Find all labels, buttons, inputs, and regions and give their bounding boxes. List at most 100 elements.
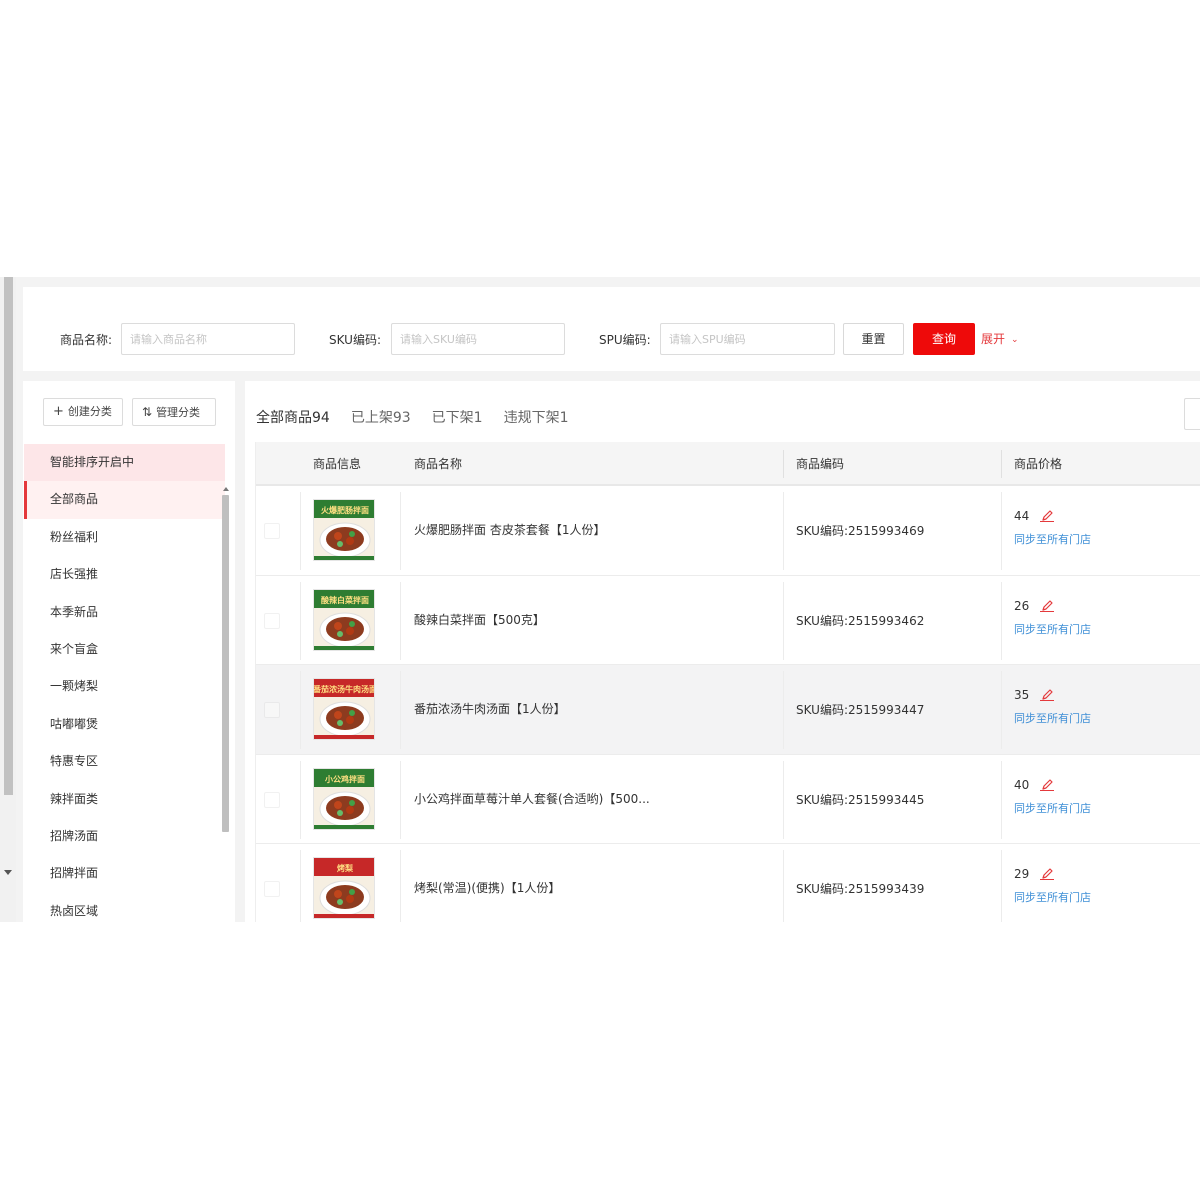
header-divider — [783, 450, 784, 478]
row-checkbox[interactable] — [264, 612, 280, 629]
category-scrollbar-thumb[interactable] — [222, 495, 229, 832]
category-item[interactable]: 招牌拌面 — [24, 855, 225, 892]
column-divider — [1001, 492, 1002, 570]
status-tab[interactable]: 已下架1 — [432, 408, 483, 428]
sync-all-stores-link[interactable]: 同步至所有门店 — [1014, 532, 1091, 548]
sku-code: SKU编码:2515993447 — [796, 703, 925, 718]
header-divider — [1001, 450, 1002, 478]
column-divider — [783, 760, 784, 839]
table-row[interactable]: 火爆肥肠拌面 火爆肥肠拌面 杏皮茶套餐【1人份】 SKU编码:2515993469 4… — [256, 486, 1200, 576]
status-tab[interactable]: 违规下架1 — [504, 408, 569, 428]
table-row[interactable]: 酸辣白菜拌面 酸辣白菜拌面【500克】 SKU编码:2515993462 26 同步至所… — [256, 575, 1200, 666]
product-thumbnail[interactable]: 火爆肥肠拌面 — [313, 499, 375, 561]
manage-category-label: 管理分类 — [156, 406, 201, 419]
category-item[interactable]: 特惠专区 — [24, 743, 225, 780]
status-tab[interactable]: 已上架93 — [351, 408, 411, 428]
category-item[interactable]: 辣拌面类 — [24, 781, 225, 818]
row-checkbox[interactable] — [264, 523, 280, 539]
column-divider — [300, 671, 301, 750]
table-row[interactable]: 烤梨 烤梨(常温)(便携)【1人份】 SKU编码:2515993439 29 同步至所有… — [256, 844, 1200, 922]
product-thumbnail[interactable]: 酸辣白菜拌面 — [313, 588, 375, 651]
product-name[interactable]: 小公鸡拌面草莓汁单人套餐(合适哟)【500... — [414, 791, 650, 807]
header-product-code: 商品编码 — [796, 457, 845, 471]
column-divider — [1001, 671, 1002, 750]
category-item[interactable]: 咕嘟嘟煲 — [24, 706, 225, 743]
row-checkbox[interactable] — [264, 702, 280, 719]
chevron-down-icon: ⌄ — [1011, 335, 1019, 345]
column-divider — [300, 850, 301, 922]
status-tab[interactable]: 全部商品94 — [256, 408, 330, 428]
category-item[interactable]: 一颗烤梨 — [24, 668, 225, 705]
sync-all-stores-link[interactable]: 同步至所有门店 — [1014, 622, 1091, 638]
sync-all-stores-link[interactable]: 同步至所有门店 — [1014, 711, 1091, 727]
table-body: 火爆肥肠拌面 火爆肥肠拌面 杏皮茶套餐【1人份】 SKU编码:2515993469 4… — [256, 486, 1200, 922]
sku-code-input[interactable] — [392, 324, 564, 354]
plus-icon: + — [53, 404, 64, 419]
manage-category-button[interactable]: ⇅ 管理分类 — [132, 398, 216, 426]
create-category-button[interactable]: + 创建分类 — [43, 398, 123, 426]
spu-code-label: SPU编码: — [599, 333, 651, 347]
category-scrollbar[interactable] — [220, 481, 232, 921]
column-divider — [400, 492, 401, 570]
table-row[interactable]: 小公鸡拌面小公鸡拌面草莓汁单人套餐(合适哟)【500... SKU编码:25159… — [256, 754, 1200, 845]
header-product-price: 商品价格 — [1014, 457, 1063, 471]
column-divider — [783, 850, 784, 922]
status-tabs: 全部商品94 已上架93 已下架1 违规下架1 — [256, 407, 590, 427]
spu-code-input[interactable] — [661, 324, 834, 354]
expand-filters-button[interactable]: 展开 ⌄ — [981, 331, 1019, 349]
column-divider — [300, 760, 301, 839]
category-item[interactable]: 招牌汤面 — [24, 818, 225, 855]
product-thumbnail[interactable]: 烤梨 — [313, 857, 375, 920]
product-name[interactable]: 番茄浓汤牛肉汤面【1人份】 — [414, 701, 566, 717]
product-name-input[interactable] — [122, 324, 294, 354]
toolbar-button[interactable] — [1184, 398, 1200, 430]
column-divider — [300, 492, 301, 570]
edit-price-icon[interactable] — [1040, 866, 1054, 881]
row-checkbox[interactable] — [264, 791, 280, 808]
edit-price-icon[interactable] — [1040, 598, 1054, 612]
product-thumbnail[interactable]: 小公鸡拌面 — [313, 767, 375, 830]
category-list: 智能排序开启中 全部商品 粉丝福利 店长强推 本季新品 来个盲盒 一颗烤梨 咕嘟嘟煲 特惠专区辣… — [24, 444, 225, 922]
column-divider — [300, 581, 301, 660]
product-image: 小公鸡拌面 — [314, 768, 374, 829]
reset-button[interactable]: 重置 — [843, 323, 904, 355]
table-header: 商品信息 商品名称 商品编码 商品价格 — [256, 442, 1200, 486]
product-name-field[interactable] — [121, 323, 295, 355]
product-management-page: 商品名称: SKU编码: SPU编码: 重置 查询 展开 ⌄ +创建分类 ⇅管理分… — [0, 277, 1200, 922]
product-thumbnail[interactable]: 番茄浓汤牛肉汤面 — [313, 678, 375, 741]
product-name[interactable]: 酸辣白菜拌面【500克】 — [414, 612, 545, 628]
query-button[interactable]: 查询 — [913, 323, 975, 355]
product-name[interactable]: 火爆肥肠拌面 杏皮茶套餐【1人份】 — [414, 522, 605, 538]
thumbnail-title: 烤梨 — [337, 863, 354, 873]
edit-price-icon[interactable] — [1040, 777, 1054, 791]
product-image: 火爆肥肠拌面 — [314, 500, 374, 560]
table-row[interactable]: 番茄浓汤牛肉汤面 番茄浓汤牛肉汤面【1人份】 SKU编码:2515993447 35 同… — [256, 665, 1200, 755]
spu-code-field[interactable] — [660, 323, 835, 355]
sku-code-field[interactable] — [391, 323, 565, 355]
sku-code-label: SKU编码: — [329, 333, 381, 347]
category-item[interactable]: 全部商品 — [24, 481, 225, 520]
create-category-label: 创建分类 — [67, 405, 112, 418]
category-item[interactable]: 热卤区域 — [24, 893, 225, 922]
category-item[interactable]: 店长强推 — [24, 556, 225, 593]
smart-sort-status[interactable]: 智能排序开启中 — [24, 444, 225, 482]
thumbnail-title: 火爆肥肠拌面 — [321, 505, 369, 515]
row-checkbox[interactable] — [264, 881, 280, 898]
thumbnail-title: 小公鸡拌面 — [324, 774, 365, 784]
edit-price-icon[interactable] — [1040, 508, 1054, 522]
category-item[interactable]: 本季新品 — [24, 594, 225, 631]
thumbnail-title: 番茄浓汤牛肉汤面 — [314, 684, 375, 694]
product-price: 26 — [1014, 598, 1030, 613]
sort-icon: ⇅ — [142, 405, 153, 419]
product-name[interactable]: 烤梨(常温)(便携)【1人份】 — [414, 880, 560, 896]
scroll-down-arrow-icon[interactable] — [4, 870, 12, 875]
category-item[interactable]: 粉丝福利 — [24, 519, 225, 556]
scroll-up-arrow-icon[interactable] — [223, 487, 229, 491]
sync-all-stores-link[interactable]: 同步至所有门店 — [1014, 890, 1091, 906]
page-scrollbar-thumb[interactable] — [4, 277, 13, 795]
sync-all-stores-link[interactable]: 同步至所有门店 — [1014, 801, 1091, 817]
page-scrollbar[interactable] — [0, 277, 16, 922]
category-item[interactable]: 来个盲盒 — [24, 631, 225, 668]
edit-price-icon[interactable] — [1040, 687, 1054, 702]
sku-code: SKU编码:2515993445 — [796, 792, 925, 807]
